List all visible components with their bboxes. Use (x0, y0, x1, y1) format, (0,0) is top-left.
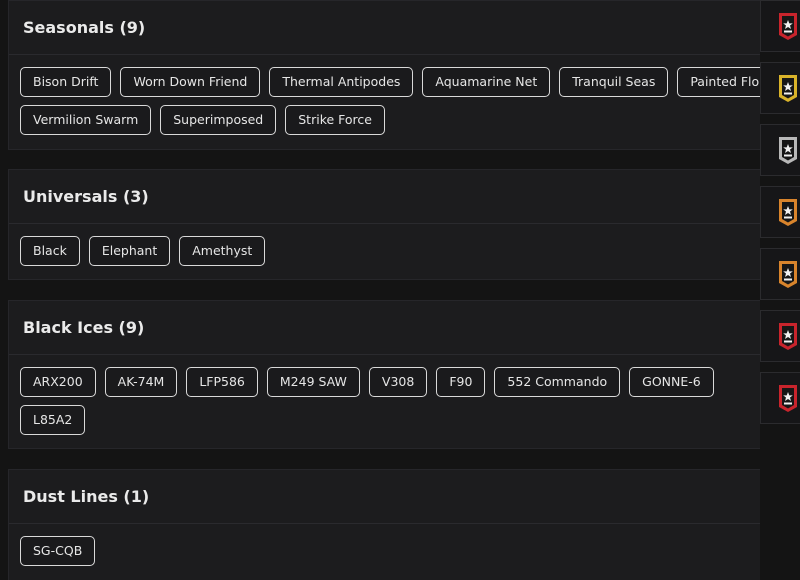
rank-badge[interactable] (760, 248, 800, 300)
tag-worn-down-friend[interactable]: Worn Down Friend (120, 67, 261, 97)
rank-badge[interactable] (760, 186, 800, 238)
section-header[interactable]: Seasonals (9) (9, 1, 767, 55)
section-header[interactable]: Black Ices (9) (9, 301, 767, 355)
section-seasonals: Seasonals (9) Bison Drift Worn Down Frie… (8, 0, 785, 150)
tag-amethyst[interactable]: Amethyst (179, 236, 266, 266)
tag-vermilion-swarm[interactable]: Vermilion Swarm (20, 105, 152, 135)
tag-lfp586[interactable]: LFP586 (186, 367, 258, 397)
gold-badge-icon (779, 75, 797, 102)
red-badge-icon (779, 385, 797, 412)
tag-f90[interactable]: F90 (436, 367, 486, 397)
tag-arx200[interactable]: ARX200 (20, 367, 96, 397)
tag-black[interactable]: Black (20, 236, 80, 266)
tag-bison-drift[interactable]: Bison Drift (20, 67, 112, 97)
section-title: Universals (3) (23, 187, 149, 206)
rank-badge[interactable] (760, 0, 800, 52)
rank-badge[interactable] (760, 372, 800, 424)
section-black-ices: Black Ices (9) ARX200 AK-74M LFP586 M249… (8, 300, 768, 449)
tag-sg-cqb[interactable]: SG-CQB (20, 536, 96, 566)
rank-badge[interactable] (760, 124, 800, 176)
tag-strike-force[interactable]: Strike Force (285, 105, 385, 135)
section-dust-lines: Dust Lines (1) SG-CQB (8, 469, 768, 580)
tag-ak-74m[interactable]: AK-74M (104, 367, 178, 397)
tag-list: Black Elephant Amethyst (9, 224, 800, 266)
tag-552-commando[interactable]: 552 Commando (494, 367, 621, 397)
rank-badge[interactable] (760, 62, 800, 114)
rank-badge[interactable] (760, 310, 800, 362)
section-header[interactable]: Universals (3) (9, 170, 767, 224)
silver-badge-icon (779, 137, 797, 164)
tag-list: SG-CQB (9, 524, 800, 566)
tag-superimposed[interactable]: Superimposed (160, 105, 277, 135)
tag-list: Bison Drift Worn Down Friend Thermal Ant… (9, 55, 800, 135)
orange-badge-icon (779, 261, 797, 288)
tag-v308[interactable]: V308 (368, 367, 428, 397)
section-title: Black Ices (9) (23, 318, 145, 337)
section-title: Dust Lines (1) (23, 487, 150, 506)
tag-tranquil-seas[interactable]: Tranquil Seas (559, 67, 669, 97)
tag-elephant[interactable]: Elephant (88, 236, 171, 266)
red-badge-icon (779, 323, 797, 350)
tag-aquamarine-net[interactable]: Aquamarine Net (422, 67, 551, 97)
section-title: Seasonals (9) (23, 18, 146, 37)
tag-gonne-6[interactable]: GONNE-6 (629, 367, 714, 397)
red-badge-icon (779, 13, 797, 40)
tag-m249-saw[interactable]: M249 SAW (266, 367, 360, 397)
section-header[interactable]: Dust Lines (1) (9, 470, 767, 524)
tag-list: ARX200 AK-74M LFP586 M249 SAW V308 F90 5… (9, 355, 744, 435)
badge-rail (760, 0, 800, 580)
tag-l85a2[interactable]: L85A2 (20, 405, 86, 435)
orange-badge-icon (779, 199, 797, 226)
section-universals: Universals (3) Black Elephant Amethyst (8, 169, 768, 280)
tag-thermal-antipodes[interactable]: Thermal Antipodes (269, 67, 414, 97)
